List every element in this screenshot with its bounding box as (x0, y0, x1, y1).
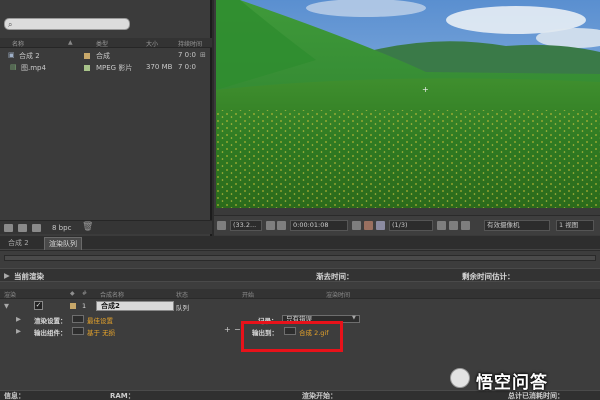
show-snapshot-icon[interactable] (364, 221, 373, 230)
project-item-name: 合成 2 (19, 52, 40, 60)
elapsed-time-label: 渐去时间： (316, 272, 354, 281)
current-render-label: 当前渲染 (14, 272, 44, 281)
project-item-type: MPEG 影片 (96, 64, 133, 72)
tab-composition[interactable]: 合成 2 (4, 237, 33, 250)
watermark-logo-icon (450, 368, 470, 388)
project-item[interactable]: ▤ 图.mp4 MPEG 影片 370 MB 7 0:0 (0, 62, 212, 73)
column-status[interactable]: 状态 (176, 290, 188, 299)
sort-icon: ▲ (68, 39, 73, 46)
flowchart-icon[interactable]: ⊞ (200, 51, 206, 59)
add-output-module-icon[interactable]: + (224, 325, 231, 334)
trash-icon[interactable]: 🗑 (82, 222, 93, 232)
project-item-duration: 7 0:0 (178, 63, 196, 71)
magnification-dropdown[interactable]: (33.2... (230, 220, 262, 231)
interpret-footage-icon[interactable] (4, 224, 13, 232)
project-item-name: 图.mp4 (21, 64, 46, 72)
transparency-grid-icon[interactable] (449, 221, 458, 230)
label-color-swatch[interactable] (84, 65, 90, 71)
panel-tabs: 合成 2 渲染队列 (0, 236, 600, 250)
svg-text:+: + (422, 85, 429, 94)
expand-triangle-icon[interactable]: ▶ (16, 315, 21, 323)
watermark: 悟空问答 (446, 366, 600, 393)
current-time-display[interactable]: 0:00:01:08 (290, 220, 348, 231)
render-item-comp-name[interactable]: 合成2 (96, 301, 174, 311)
column-type[interactable]: 类型 (96, 39, 108, 48)
project-item-size: 370 MB (146, 63, 173, 71)
column-render-time[interactable]: 渲染时间 (326, 290, 350, 299)
expand-triangle-icon[interactable]: ▶ (16, 327, 21, 335)
ram-label: RAM： (110, 392, 135, 400)
resolution-dropdown[interactable]: (1/3) (389, 220, 433, 231)
column-name[interactable]: 名称 (12, 39, 24, 48)
project-item-type: 合成 (96, 52, 110, 60)
region-of-interest-icon[interactable] (437, 221, 446, 230)
render-settings-dropdown[interactable] (72, 315, 84, 323)
column-duration[interactable]: 持续时间 (178, 39, 202, 48)
column-start[interactable]: 开始 (242, 290, 254, 299)
output-module-label: 输出组件： (34, 329, 67, 337)
project-panel: ⌕ 名称 ▲ 类型 大小 持续时间 ▣ 合成 2 合成 7 0:0 ⊞ ▤ 图.… (0, 0, 212, 236)
project-search-input[interactable]: ⌕ (4, 18, 130, 30)
render-progress-bar (4, 255, 596, 261)
remaining-time-label: 剩余时间估计： (462, 272, 515, 281)
camera-view-dropdown[interactable]: 有效摄像机 (484, 220, 550, 231)
chevron-down-icon: ▼ (352, 315, 356, 321)
safe-zones-icon[interactable] (266, 221, 275, 230)
label-color-swatch[interactable] (70, 303, 76, 309)
render-queue-header: 渲染 ◆ # 合成名称 状态 开始 渲染时间 (0, 289, 600, 299)
render-item-status: 队列 (176, 304, 189, 312)
column-comp-name[interactable]: 合成名称 (100, 290, 124, 299)
label-color-swatch[interactable] (84, 53, 90, 59)
project-column-header: 名称 ▲ 类型 大小 持续时间 (0, 38, 212, 48)
always-preview-icon[interactable] (217, 221, 226, 230)
output-module-dropdown[interactable] (72, 327, 84, 335)
render-settings-value[interactable]: 最佳设置 (87, 315, 113, 325)
new-folder-icon[interactable] (18, 224, 27, 232)
render-checkbox[interactable]: ✓ (34, 301, 43, 310)
render-progress (0, 251, 600, 265)
column-render[interactable]: 渲染 (4, 290, 16, 299)
annotation-highlight-box (241, 321, 343, 352)
landscape-preview: + (216, 0, 600, 208)
mask-visibility-icon[interactable] (277, 221, 286, 230)
bpc-toggle[interactable]: 8 bpc (52, 224, 71, 232)
column-size[interactable]: 大小 (146, 39, 158, 48)
search-icon: ⌕ (8, 20, 13, 29)
column-index[interactable]: # (82, 290, 87, 297)
expand-triangle-icon[interactable]: ▶ (4, 271, 10, 280)
project-item-duration: 7 0:0 (178, 51, 196, 59)
snapshot-icon[interactable] (352, 221, 361, 230)
output-module-value[interactable]: 基于 无损 (87, 327, 115, 337)
color-channel-icon[interactable] (376, 221, 385, 230)
watermark-text: 悟空问答 (476, 373, 548, 393)
column-label-icon[interactable]: ◆ (70, 290, 75, 297)
remove-output-module-icon[interactable]: − (234, 325, 241, 334)
3d-view-icon[interactable] (461, 221, 470, 230)
viewer-preview-image: + (216, 0, 600, 208)
current-render-bar: ▶ 当前渲染 渐去时间： 剩余时间估计： (0, 268, 600, 282)
render-start-label: 渲染开始： (302, 392, 337, 400)
new-composition-icon[interactable] (32, 224, 41, 232)
view-layout-dropdown[interactable]: 1 视图 (556, 220, 594, 231)
composition-icon: ▣ (8, 51, 15, 59)
project-item[interactable]: ▣ 合成 2 合成 7 0:0 ⊞ (0, 50, 212, 61)
info-label: 信息： (4, 392, 25, 400)
project-footer: 8 bpc 🗑 (0, 220, 212, 234)
footage-icon: ▤ (10, 63, 17, 71)
render-settings-label: 渲染设置： (34, 317, 67, 325)
render-item-index: 1 (82, 302, 87, 310)
viewer-toolbar: (33.2... 0:00:01:08 (1/3) 有效摄像机 1 视图 (214, 215, 600, 235)
expand-triangle-icon[interactable]: ▼ (4, 302, 9, 310)
tab-render-queue[interactable]: 渲染队列 (44, 237, 82, 250)
render-item-row[interactable]: ▼ ✓ 1 合成2 队列 (0, 300, 600, 312)
